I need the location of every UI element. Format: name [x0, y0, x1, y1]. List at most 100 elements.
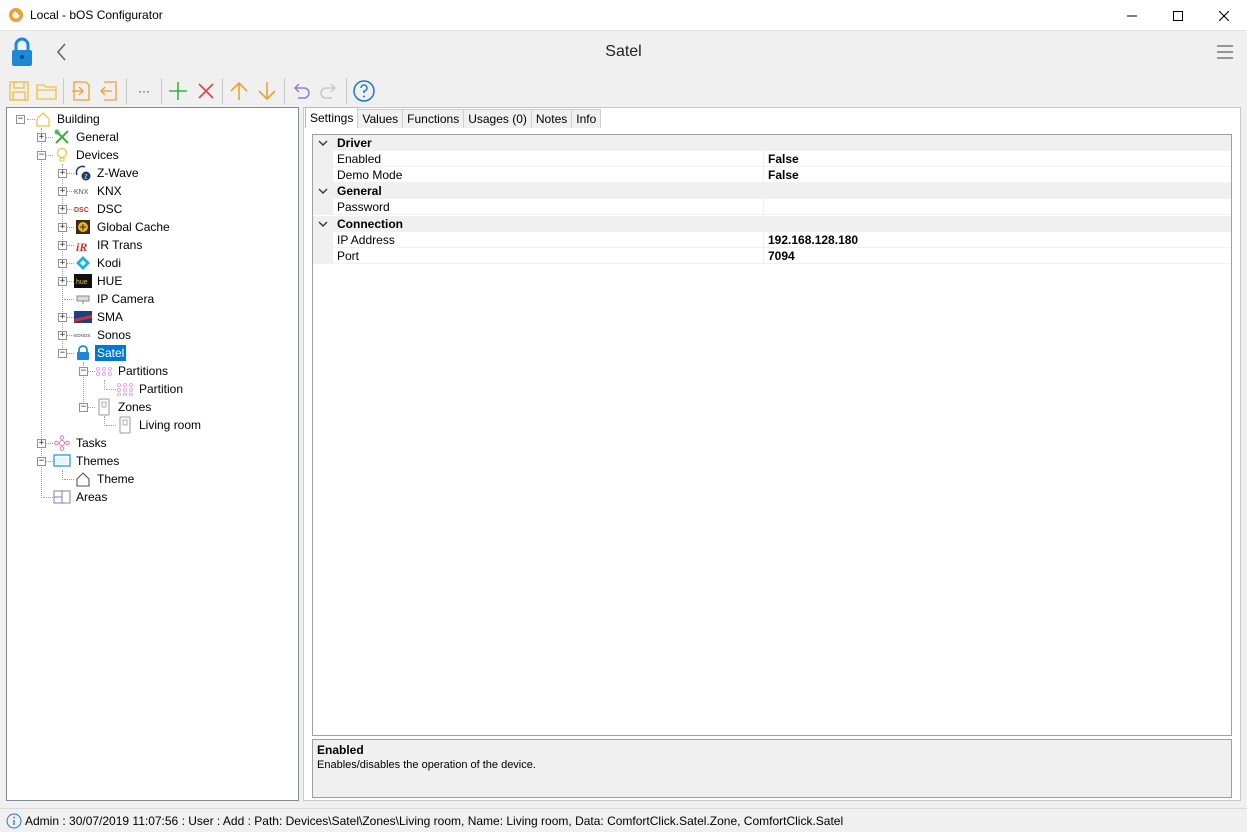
tree-node-general[interactable]: General [53, 128, 121, 146]
property-row-password[interactable]: Password [313, 199, 1231, 215]
property-value[interactable]: 192.168.128.180 [768, 233, 858, 247]
tree-node-zones[interactable]: Zones [95, 398, 153, 416]
redo-icon[interactable] [316, 78, 342, 104]
maximize-button[interactable] [1155, 0, 1201, 31]
category-general[interactable]: General [313, 183, 1231, 199]
property-name: Enabled [337, 152, 382, 166]
property-value[interactable]: False [768, 168, 799, 182]
tree-node-theme[interactable]: Theme [74, 470, 136, 488]
property-row-enabled[interactable]: Enabled False [313, 151, 1231, 167]
app-logo-icon [8, 7, 24, 23]
property-row-ip-address[interactable]: IP Address 192.168.128.180 [313, 232, 1231, 248]
tree-node-satel[interactable]: Satel [74, 344, 127, 362]
tools-icon [53, 128, 71, 146]
property-value[interactable]: False [768, 152, 799, 166]
expand-toggle[interactable]: + [58, 241, 67, 250]
tab-info[interactable]: Info [571, 109, 602, 128]
partition-grid-icon [116, 380, 134, 398]
more-icon[interactable]: ··· [131, 78, 157, 104]
tree-node-partition[interactable]: Partition [116, 380, 185, 398]
expand-toggle[interactable]: + [58, 277, 67, 286]
tree-node-tasks[interactable]: Tasks [53, 434, 109, 452]
chevron-down-icon[interactable] [318, 218, 328, 232]
tree-node-hue[interactable]: hue HUE [74, 272, 124, 290]
tree-node-kodi[interactable]: Kodi [74, 254, 123, 272]
add-icon[interactable] [165, 78, 191, 104]
help-icon[interactable] [351, 78, 377, 104]
property-value[interactable]: 7094 [768, 249, 795, 263]
expand-toggle[interactable]: + [58, 223, 67, 232]
tree-view[interactable]: − + − + + + + + + + + + − − − + − Buildi… [6, 107, 299, 801]
tab-usages[interactable]: Usages (0) [463, 109, 532, 128]
expand-toggle[interactable]: + [58, 259, 67, 268]
svg-text:hue: hue [76, 279, 88, 286]
svg-text:KNX: KNX [74, 189, 89, 196]
status-bar: Admin : 30/07/2019 11:07:56 : User : Add… [0, 808, 1247, 832]
ir-trans-icon: iR [74, 236, 92, 254]
property-name: IP Address [337, 233, 395, 247]
tree-node-knx[interactable]: KNX KNX [74, 182, 124, 200]
property-grid[interactable]: Driver Enabled False Demo Mode False Gen… [312, 134, 1232, 736]
property-row-demo-mode[interactable]: Demo Mode False [313, 167, 1231, 183]
tab-notes[interactable]: Notes [530, 109, 573, 128]
open-folder-icon[interactable] [34, 78, 60, 104]
tree-node-themes[interactable]: Themes [53, 452, 121, 470]
camera-icon [74, 290, 92, 308]
move-down-icon[interactable] [254, 78, 280, 104]
tree-node-ir-trans[interactable]: iR IR Trans [74, 236, 144, 254]
tree-node-sonos[interactable]: SONOS Sonos [74, 326, 133, 344]
minimize-button[interactable] [1109, 0, 1155, 31]
help-title: Enabled [317, 743, 364, 757]
export-icon[interactable] [96, 78, 122, 104]
tree-node-zwave[interactable]: z Z-Wave [74, 164, 141, 182]
tree-node-devices[interactable]: Devices [53, 146, 121, 164]
chevron-down-icon[interactable] [318, 185, 328, 199]
property-row-port[interactable]: Port 7094 [313, 248, 1231, 264]
expand-toggle[interactable]: + [58, 187, 67, 196]
hamburger-menu-icon[interactable] [1215, 42, 1235, 62]
knx-logo-icon: KNX [74, 182, 92, 200]
tree-node-living-room[interactable]: Living room [116, 416, 203, 434]
category-driver[interactable]: Driver [313, 135, 1231, 151]
collapse-toggle[interactable]: − [79, 367, 88, 376]
tree-node-global-cache[interactable]: Global Cache [74, 218, 172, 236]
property-name: Password [337, 200, 390, 214]
collapse-toggle[interactable]: − [37, 457, 46, 466]
house-icon [74, 470, 92, 488]
property-name: Demo Mode [337, 168, 403, 182]
expand-toggle[interactable]: + [58, 331, 67, 340]
tree-node-areas[interactable]: Areas [53, 488, 109, 506]
tree-node-dsc[interactable]: DSC DSC [74, 200, 124, 218]
tree-node-partitions[interactable]: Partitions [95, 362, 170, 380]
help-description: Enables/disables the operation of the de… [317, 759, 536, 771]
close-button[interactable] [1201, 0, 1247, 31]
property-help-panel: Enabled Enables/disables the operation o… [312, 739, 1232, 798]
undo-icon[interactable] [288, 78, 314, 104]
category-connection[interactable]: Connection [313, 216, 1231, 232]
move-up-icon[interactable] [226, 78, 252, 104]
collapse-toggle[interactable]: − [79, 403, 88, 412]
save-icon[interactable] [6, 78, 32, 104]
global-cache-icon [74, 218, 92, 236]
tree-node-building[interactable]: Building [34, 110, 102, 128]
lock-icon [74, 344, 92, 362]
chevron-down-icon[interactable] [318, 137, 328, 151]
expand-toggle[interactable]: + [37, 439, 46, 448]
expand-toggle[interactable]: + [58, 205, 67, 214]
svg-text:DSC: DSC [74, 207, 89, 214]
tree-node-sma[interactable]: SMA [74, 308, 125, 326]
import-icon[interactable] [68, 78, 94, 104]
expand-toggle[interactable]: + [58, 169, 67, 178]
tree-node-ip-camera[interactable]: IP Camera [74, 290, 156, 308]
collapse-toggle[interactable]: − [16, 115, 25, 124]
tab-values[interactable]: Values [357, 109, 404, 128]
monitor-icon [53, 452, 71, 470]
tab-functions[interactable]: Functions [402, 109, 465, 128]
collapse-toggle[interactable]: − [37, 151, 46, 160]
lightbulb-icon [53, 146, 71, 164]
tab-settings[interactable]: Settings [305, 107, 359, 128]
delete-icon[interactable] [193, 78, 219, 104]
collapse-toggle[interactable]: − [58, 349, 67, 358]
expand-toggle[interactable]: + [58, 313, 67, 322]
expand-toggle[interactable]: + [37, 133, 46, 142]
